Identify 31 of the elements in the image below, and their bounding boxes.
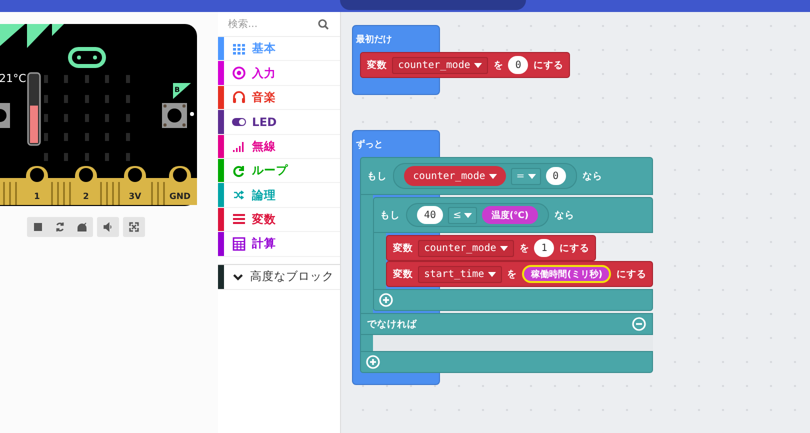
block-label: にする — [616, 268, 646, 280]
category-label: 高度なブロック — [250, 269, 334, 284]
temperature-reading: 21°C — [0, 72, 26, 85]
block-label: を — [507, 268, 518, 280]
block-label: 変数 — [367, 58, 387, 72]
category-label: 変数 — [252, 212, 276, 227]
block-label: を — [493, 58, 504, 72]
category-label: LED — [252, 114, 277, 129]
block-label: を — [519, 242, 530, 254]
block-label: もし — [367, 170, 387, 182]
category-label: ループ — [252, 163, 288, 178]
pin-label: GND — [169, 192, 191, 202]
category-label: 論理 — [252, 188, 276, 203]
block-label: 変数 — [393, 268, 413, 280]
block-label: にする — [559, 242, 590, 254]
category-label: 基本 — [252, 41, 276, 56]
category-label: 計算 — [252, 236, 276, 252]
category-label: 音楽 — [252, 90, 276, 105]
block-label: なら — [582, 170, 603, 182]
pin-label: 1 — [34, 192, 40, 202]
block-label: でなければ — [367, 318, 417, 330]
block-label: 最初だけ — [356, 33, 393, 46]
category-label: 無線 — [252, 138, 276, 154]
pin-label: 2 — [83, 192, 89, 202]
pin-label: 3V — [128, 192, 142, 202]
block-label: 変数 — [393, 242, 413, 254]
block-label: ずっと — [356, 138, 384, 151]
block-label: もし — [380, 208, 400, 222]
block-label: なら — [554, 208, 575, 222]
category-label: 入力 — [252, 66, 276, 81]
block-label: にする — [533, 58, 564, 72]
